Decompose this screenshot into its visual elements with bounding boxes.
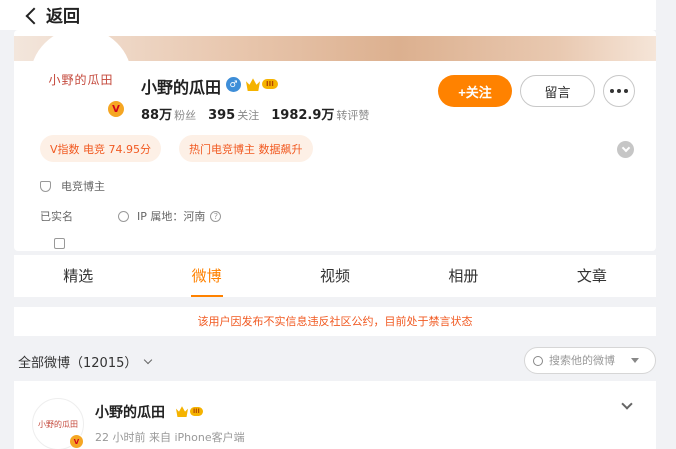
post-meta: 22 小时前 来自 iPhone客户端 (95, 431, 245, 444)
verified-symbol: V (112, 103, 120, 115)
v-index-tag[interactable]: V指数 电竞 74.95分 (40, 135, 162, 162)
crown-icon (176, 406, 188, 417)
search-box (524, 347, 656, 374)
engagement-count: 1982.9万 (271, 108, 335, 123)
level-label: III (262, 79, 278, 89)
avatar-text: 小野的瓜田 (48, 72, 114, 87)
filter-label: 全部微博（12015） (18, 356, 138, 371)
tab-videos[interactable]: 视频 (271, 255, 399, 297)
crown-icon (246, 78, 260, 91)
help-icon[interactable]: ? (210, 210, 222, 222)
hot-blogger-tag[interactable]: 热门电竞博主 数据飙升 (179, 135, 313, 162)
profile-stats: 88万 粉丝 395 关注 1982.9万 转评赞 (141, 104, 381, 123)
post-level-badge: III (176, 405, 203, 417)
post-author-name[interactable]: 小野的瓜田 (95, 402, 165, 422)
post-level-label: III (190, 406, 203, 416)
category-text: 电竞博主 (61, 180, 105, 193)
post-card: 小野的瓜田 V 小野的瓜田 III 22 小时前 来自 iPhone客户端 (14, 381, 656, 449)
tab-albums[interactable]: 相册 (399, 255, 527, 297)
top-bar: 返回 (0, 0, 656, 30)
profile-card: 小野的瓜田 V 小野的瓜田 ♂ III 88万 粉丝 395 关注 1982.9… (14, 30, 656, 251)
tab-weibo[interactable]: 微博 (142, 255, 270, 297)
search-icon (533, 355, 543, 366)
following-label: 关注 (237, 109, 260, 122)
tab-articles[interactable]: 文章 (528, 255, 656, 297)
profile-tabs: 精选 微博 视频 相册 文章 (14, 255, 656, 297)
following-count[interactable]: 395 (208, 108, 235, 123)
fans-count[interactable]: 88万 (141, 104, 172, 123)
profile-name: 小野的瓜田 (141, 78, 222, 97)
search-input[interactable] (549, 354, 627, 367)
post-options-chevron-icon[interactable] (621, 398, 633, 410)
shield-icon (40, 180, 51, 192)
back-label: 返回 (46, 7, 80, 27)
dot-icon (610, 89, 614, 93)
dot-icon (617, 89, 621, 93)
message-button[interactable]: 留言 (520, 75, 595, 107)
fans-label: 粉丝 (174, 109, 197, 122)
engagement-label: 转评赞 (336, 109, 370, 122)
ip-location-text: IP 属地：河南 (137, 210, 206, 223)
male-gender-icon: ♂ (226, 77, 241, 92)
verified-badge-icon: V (106, 99, 126, 119)
expand-profile-button[interactable] (617, 141, 634, 158)
verified-badge-icon: V (69, 434, 84, 449)
membership-level-badge[interactable]: III (246, 77, 278, 91)
realname-info: 已实名 (40, 208, 73, 249)
ip-location-info: IP 属地：河南 ? (118, 208, 222, 224)
caret-down-icon[interactable] (631, 358, 639, 363)
chevron-down-icon (144, 355, 153, 364)
post-avatar-text: 小野的瓜田 (38, 419, 78, 429)
realname-text: 已实名 (40, 210, 73, 223)
back-button[interactable]: 返回 (25, 2, 80, 27)
tab-featured[interactable]: 精选 (14, 255, 142, 297)
ban-notice: 该用户因发布不实信息违反社区公约，目前处于禁言状态 (14, 307, 656, 336)
location-icon (118, 210, 129, 222)
id-card-icon (54, 238, 65, 249)
weibo-filter-dropdown[interactable]: 全部微博（12015） (18, 352, 153, 371)
category-info: 电竞博主 (40, 178, 105, 194)
dot-icon (624, 89, 628, 93)
chevron-left-icon (25, 7, 43, 24)
chevron-down-icon (621, 143, 630, 153)
follow-button[interactable]: +关注 (438, 75, 512, 107)
more-options-button[interactable] (603, 75, 635, 107)
